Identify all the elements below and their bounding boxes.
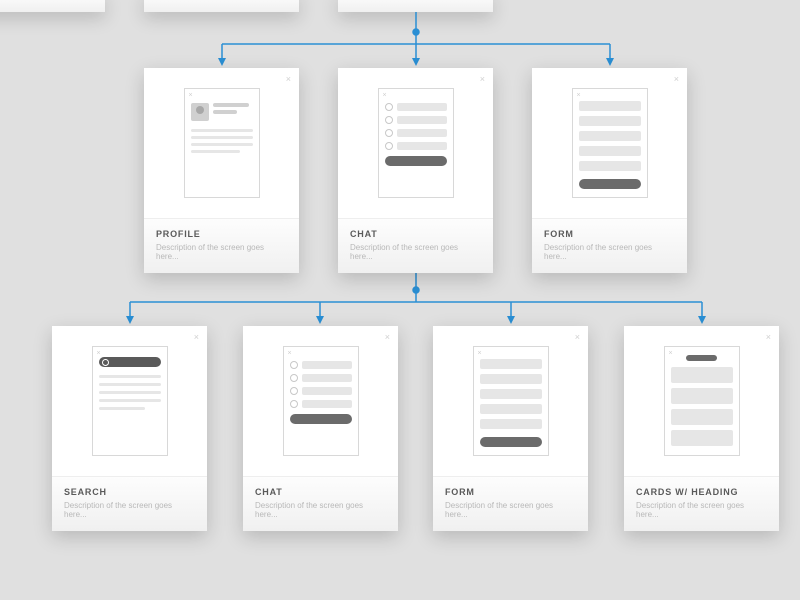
card-description: Description of the screen goes here... [156,243,287,261]
screen-card-form[interactable]: × × FORM Description of the screen goes … [433,326,588,531]
screen-card-chat[interactable]: × × CHAT Description of the screen goes … [243,326,398,531]
close-icon: × [575,332,580,342]
offscreen-card-stub [0,0,105,12]
offscreen-card-stub [338,0,493,12]
card-title: CHAT [350,229,481,239]
screen-card-profile[interactable]: × × PROFILE Description of the screen go… [144,68,299,273]
wireframe-preview: × × [532,68,687,218]
card-title: PROFILE [156,229,287,239]
screen-card-search[interactable]: × × SEARCH Description of the screen goe… [52,326,207,531]
card-title: FORM [544,229,675,239]
close-icon: × [480,74,485,84]
card-description: Description of the screen goes here... [544,243,675,261]
wireframe-preview: × × [433,326,588,476]
close-icon: × [286,74,291,84]
card-description: Description of the screen goes here... [636,501,767,519]
search-icon [99,357,161,367]
card-title: CARDS W/ HEADING [636,487,767,497]
close-icon: × [194,332,199,342]
card-description: Description of the screen goes here... [255,501,386,519]
close-icon: × [385,332,390,342]
close-icon: × [766,332,771,342]
wireframe-preview: × × [243,326,398,476]
close-icon: × [674,74,679,84]
card-description: Description of the screen goes here... [445,501,576,519]
screen-card-cards-heading[interactable]: × × CARDS W/ HEADING Description of the … [624,326,779,531]
offscreen-card-stub [144,0,299,12]
card-description: Description of the screen goes here... [64,501,195,519]
screen-card-chat[interactable]: × × CHAT Description of the screen goes … [338,68,493,273]
card-title: SEARCH [64,487,195,497]
wireframe-preview: × × [624,326,779,476]
screen-card-form[interactable]: × × FORM Description of the screen goes … [532,68,687,273]
wireframe-preview: × × [338,68,493,218]
card-title: CHAT [255,487,386,497]
wireframe-preview: × × [144,68,299,218]
wireframe-preview: × × [52,326,207,476]
card-title: FORM [445,487,576,497]
card-description: Description of the screen goes here... [350,243,481,261]
